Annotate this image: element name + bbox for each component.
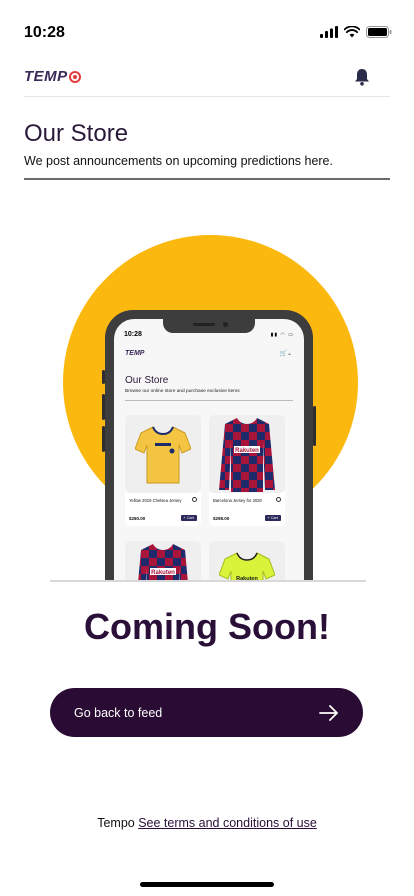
phone-side-button [313, 406, 316, 446]
barcelona-jersey-icon: Rakuten [219, 418, 275, 492]
mockup-logo: TEMP [125, 350, 145, 357]
footer: Tempo See terms and conditions of use [0, 816, 414, 830]
product-image: Rakuten [125, 541, 201, 582]
phone-side-button [102, 370, 105, 384]
coming-soon-heading: Coming Soon! [84, 606, 330, 647]
svg-text:Rakuten: Rakuten [235, 448, 259, 454]
phone-mockup: 10:28 ▮▮ ◠ ▭ TEMP 🛒⌄ Our Store Browse ou… [102, 310, 316, 582]
product-name-wrap: Barcelona Jersey for 2020 [209, 493, 285, 515]
yellow-jersey-icon [135, 426, 191, 484]
mockup-status-icons: ▮▮ ◠ ▭ [270, 332, 294, 338]
product-footer: $298.00 + Cart [209, 515, 285, 526]
battery-icon [366, 26, 392, 38]
product-image [125, 415, 201, 493]
footer-prefix: Tempo [97, 816, 135, 830]
logo-text: TEMP [24, 68, 68, 85]
product-footer: $280.00 + Cart [125, 515, 201, 526]
mockup-subtitle: Browse our online store and purchase exc… [125, 389, 240, 394]
status-time: 10:28 [24, 24, 65, 41]
barcelona-jersey-icon: Rakuten [138, 544, 188, 582]
signal-icon [320, 26, 338, 38]
svg-text:Rakuten: Rakuten [151, 570, 175, 576]
favorite-icon[interactable] [276, 497, 281, 502]
phone-screen: 10:28 ▮▮ ◠ ▭ TEMP 🛒⌄ Our Store Browse ou… [114, 319, 304, 582]
bell-icon[interactable] [354, 68, 370, 86]
status-bar: 10:28 [0, 0, 414, 50]
terms-link[interactable]: See terms and conditions of use [138, 816, 317, 830]
phone-side-button [102, 394, 105, 420]
neon-jersey-icon: Rakuten [219, 552, 275, 582]
cta-label: Go back to feed [74, 705, 163, 720]
product-card: Rakuten [209, 541, 285, 582]
product-card: Yellow 2019 Chelsea Jersey $280.00 + Car… [125, 415, 201, 526]
status-icons [320, 26, 392, 38]
phone-notch [163, 319, 255, 333]
go-back-to-feed-button[interactable]: Go back to feed [50, 688, 363, 737]
title-divider [24, 178, 390, 180]
phone-side-button [102, 426, 105, 452]
page-subtitle: We post announcements on upcoming predic… [24, 154, 333, 168]
product-name: Yellow 2019 Chelsea Jersey [129, 498, 182, 503]
store-illustration: 10:28 ▮▮ ◠ ▭ TEMP 🛒⌄ Our Store Browse ou… [50, 230, 366, 582]
arrow-right-icon [319, 704, 338, 721]
product-name-wrap: Yellow 2019 Chelsea Jersey [125, 493, 201, 515]
app-logo[interactable]: TEMP [24, 68, 81, 85]
add-to-cart-button[interactable]: + Cart [264, 515, 281, 521]
home-indicator [140, 882, 274, 887]
illustration-baseline [50, 580, 366, 582]
mockup-divider [125, 400, 293, 401]
product-name: Barcelona Jersey for 2020 [213, 498, 262, 503]
product-price: $298.00 [213, 515, 230, 521]
mockup-cart-icon: 🛒⌄ [279, 351, 293, 357]
app-header: TEMP [24, 60, 390, 97]
mockup-time: 10:28 [124, 331, 142, 338]
page-title: Our Store [24, 120, 129, 147]
add-to-cart-button[interactable]: + Cart [180, 515, 197, 521]
product-price: $280.00 [129, 515, 146, 521]
product-card: Rakuten Barcelona Jersey for 2020 $298.0… [209, 415, 285, 526]
favorite-icon[interactable] [192, 497, 197, 502]
product-image: Rakuten [209, 541, 285, 582]
product-card: Rakuten [125, 541, 201, 582]
mockup-title: Our Store [125, 375, 169, 386]
wifi-icon [344, 26, 360, 38]
product-image: Rakuten [209, 415, 285, 493]
soccer-ball-icon [68, 70, 81, 83]
